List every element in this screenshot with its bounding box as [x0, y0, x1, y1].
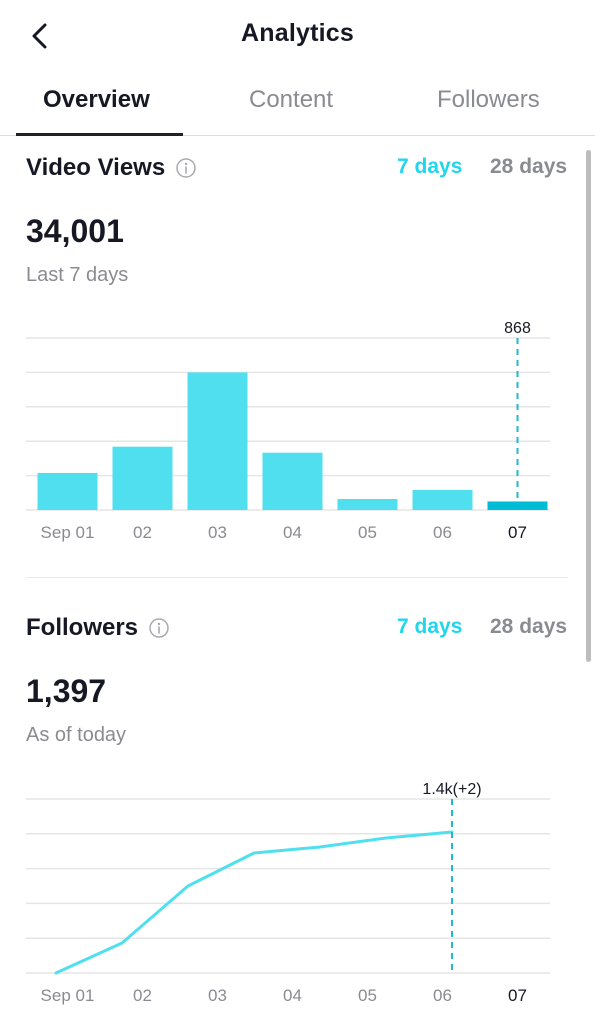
video-views-title: Video Views: [26, 154, 166, 181]
video-views-sub-label: Last 7 days: [26, 264, 129, 286]
x-tick-label: 03: [208, 986, 227, 1005]
x-tick-label: 02: [133, 986, 152, 1005]
followers-total: 1,397: [26, 673, 107, 709]
tab-overview[interactable]: Overview: [43, 86, 150, 114]
x-tick-label: 04: [283, 986, 302, 1005]
info-circle-icon[interactable]: [175, 157, 197, 179]
followers-line-chart: 1.4k(+2) Sep 01 02 03 04 05 06 07: [26, 781, 550, 1005]
bar-03[interactable]: [187, 372, 248, 510]
x-tick-label: 05: [358, 523, 377, 542]
followers-chart: 1.4k(+2) Sep 01 02 03 04 05 06 07: [0, 770, 595, 1024]
x-tick-label: 05: [358, 986, 377, 1005]
tab-bar: Overview Content Followers: [0, 70, 595, 136]
video-views-range-7-days[interactable]: 7 days: [397, 155, 462, 179]
x-tick-label: 02: [133, 523, 152, 542]
x-tick-label: 04: [283, 523, 302, 542]
bar-05[interactable]: [337, 498, 398, 510]
x-tick-label: 06: [433, 523, 452, 542]
tab-content[interactable]: Content: [249, 86, 333, 114]
bar-sep-01[interactable]: [37, 472, 98, 510]
tab-followers[interactable]: Followers: [437, 86, 540, 114]
bar-02[interactable]: [112, 446, 173, 510]
video-views-bar-chart: 868 Sep 01 02 03 04 05 06 07: [26, 320, 550, 542]
bar-07[interactable]: [487, 501, 548, 510]
info-circle-icon[interactable]: [148, 617, 170, 639]
header: Analytics: [0, 0, 595, 70]
followers-line: [54, 830, 454, 975]
followers-section-title: Followers: [26, 614, 170, 642]
highlight-value-label: 1.4k(+2): [422, 781, 481, 798]
followers-sub-label: As of today: [26, 724, 127, 746]
followers-range-7-days[interactable]: 7 days: [397, 615, 462, 639]
video-views-chart: 868 Sep 01 02 03 04 05 06 07: [0, 310, 595, 550]
scrollbar[interactable]: [586, 150, 591, 662]
bar-06[interactable]: [412, 489, 473, 510]
x-tick-label: 06: [433, 986, 452, 1005]
followers-range-28-days[interactable]: 28 days: [490, 615, 567, 639]
video-views-total: 34,001: [26, 213, 124, 249]
x-tick-label: Sep 01: [41, 523, 95, 542]
video-views-range-28-days[interactable]: 28 days: [490, 155, 567, 179]
x-tick-label: 07: [508, 986, 527, 1005]
page-title: Analytics: [241, 19, 354, 47]
x-tick-label: Sep 01: [41, 986, 95, 1005]
bar-04[interactable]: [262, 452, 323, 510]
active-tab-indicator: [16, 133, 183, 136]
section-divider: [26, 577, 568, 578]
followers-title: Followers: [26, 614, 139, 641]
x-tick-label: 03: [208, 523, 227, 542]
highlight-value-label: 868: [504, 320, 531, 337]
x-tick-label: 07: [508, 523, 527, 542]
video-views-section-title: Video Views: [26, 154, 197, 182]
